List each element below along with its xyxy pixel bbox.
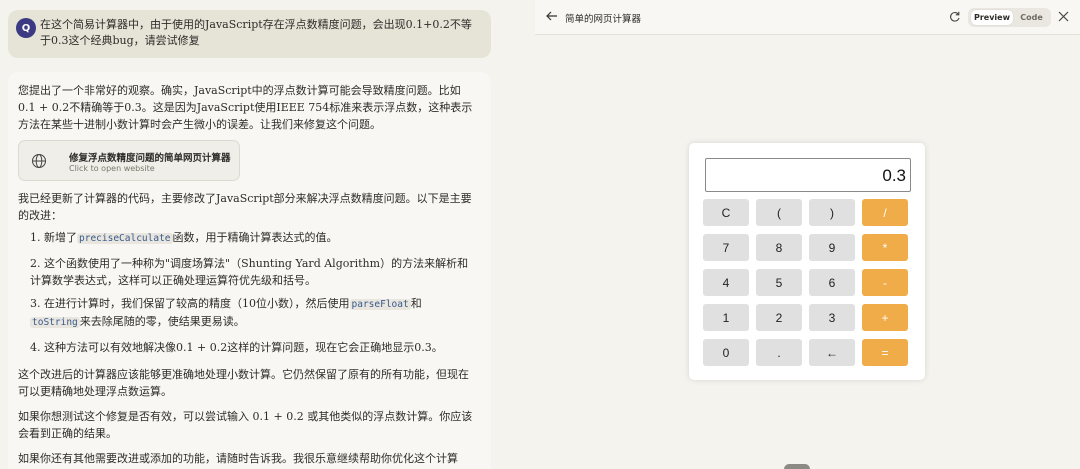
key-close-paren[interactable]: )	[809, 199, 855, 226]
preview-panel: 简单的网页计算器 Preview Code 0.3 C ( ) / 7 8 9 …	[535, 0, 1080, 469]
close-icon[interactable]	[1058, 11, 1069, 22]
code-inline: toString	[30, 317, 80, 328]
key-subtract[interactable]: -	[862, 269, 908, 296]
key-4[interactable]: 4	[703, 269, 749, 296]
key-5[interactable]: 5	[756, 269, 802, 296]
globe-icon	[32, 154, 46, 168]
closing-paragraph-2: 如果你想测试这个修复是否有效，可以尝试输入 0.1 + 0.2 或其他类似的浮点…	[18, 410, 473, 440]
panel-header: 简单的网页计算器 Preview Code	[535, 0, 1080, 35]
list-item: 4. 这种方法可以有效地解决像0.1 + 0.2这样的计算问题，现在它会正确地显…	[30, 341, 443, 354]
key-7[interactable]: 7	[703, 234, 749, 261]
user-avatar: Q	[16, 18, 36, 38]
artifact-subtitle: Click to open website	[69, 164, 155, 173]
updated-paragraph: 我已经更新了计算器的代码，主要修改了JavaScript部分来解决浮点数精度问题…	[18, 192, 472, 222]
refresh-icon[interactable]	[948, 10, 961, 23]
tab-preview[interactable]: Preview	[971, 10, 1013, 25]
chat-pane: Q 在这个简易计算器中，由于使用的JavaScript存在浮点数精度问题，会出现…	[0, 0, 530, 469]
code-inline: parseFloat	[349, 299, 411, 310]
assistant-message: 您提出了一个非常好的观察。确实，JavaScript中的浮点数计算可能会导致精度…	[8, 72, 491, 469]
key-9[interactable]: 9	[809, 234, 855, 261]
list-item: 3. 在进行计算时，我们保留了较高的精度（10位小数），然后使用 parseFlo…	[30, 297, 422, 328]
scrollbar-thumb[interactable]	[784, 464, 810, 469]
key-divide[interactable]: /	[862, 199, 908, 226]
key-clear[interactable]: C	[703, 199, 749, 226]
key-2[interactable]: 2	[756, 304, 802, 331]
key-backspace[interactable]: ←	[809, 339, 855, 366]
view-toggle: Preview Code	[968, 8, 1051, 27]
artifact-card[interactable]: 修复浮点数精度问题的简单网页计算器 Click to open website	[18, 140, 240, 181]
key-8[interactable]: 8	[756, 234, 802, 261]
closing-paragraph-1: 这个改进后的计算器应该能够更准确地处理小数计算。它仍然保留了原有的所有功能，但现…	[18, 368, 469, 398]
key-0[interactable]: 0	[703, 339, 749, 366]
key-3[interactable]: 3	[809, 304, 855, 331]
key-multiply[interactable]: *	[862, 234, 908, 261]
calculator: 0.3 C ( ) / 7 8 9 * 4 5 6 - 1 2 3 + 0 . …	[689, 143, 925, 380]
tab-code[interactable]: Code	[1015, 10, 1048, 25]
list-item: 2. 这个函数使用了一种称为"调度场算法"（Shunting Yard Algo…	[30, 257, 469, 287]
intro-paragraph: 您提出了一个非常好的观察。确实，JavaScript中的浮点数计算可能会导致精度…	[18, 84, 473, 131]
list-item: 1. 新增了 preciseCalculate 函数，用于精确计算表达式的值。	[30, 231, 338, 244]
user-message: Q 在这个简易计算器中，由于使用的JavaScript存在浮点数精度问题，会出现…	[8, 10, 491, 58]
key-6[interactable]: 6	[809, 269, 855, 296]
key-1[interactable]: 1	[703, 304, 749, 331]
key-add[interactable]: +	[862, 304, 908, 331]
key-equals[interactable]: =	[862, 339, 908, 366]
user-message-text: 在这个简易计算器中，由于使用的JavaScript存在浮点数精度问题，会出现0.…	[40, 18, 472, 47]
key-decimal[interactable]: .	[756, 339, 802, 366]
artifact-title: 修复浮点数精度问题的简单网页计算器	[69, 153, 231, 164]
closing-paragraph-3: 如果你还有其他需要改进或添加的功能，请随时告诉我。我很乐意继续帮助你优化这个计算	[18, 452, 458, 465]
arrow-left-icon[interactable]	[545, 9, 559, 23]
calculator-display: 0.3	[705, 158, 911, 192]
code-inline: preciseCalculate	[77, 233, 173, 244]
key-open-paren[interactable]: (	[756, 199, 802, 226]
panel-title: 简单的网页计算器	[565, 14, 642, 25]
